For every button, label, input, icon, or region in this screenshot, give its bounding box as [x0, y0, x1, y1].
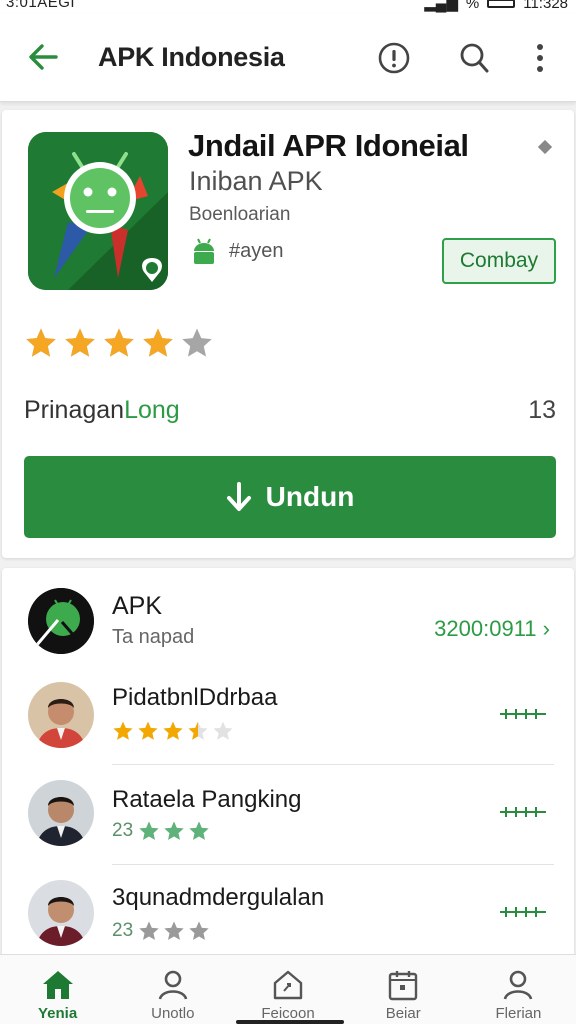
star-filled-icon [163, 721, 183, 740]
review-row-0[interactable]: PidatbnlDdrbaa [2, 682, 574, 782]
info-label-prefix: Prinagan [24, 396, 125, 424]
bottom-nav: Yenia Unotlo Feicoon Beiar Flerian [0, 954, 576, 1024]
avatar [28, 682, 94, 748]
android-icon [194, 238, 214, 264]
app-subtitle: Iniban APK [189, 166, 323, 196]
person-avatar-icon [28, 880, 94, 946]
review-row-1[interactable]: Rataela Pangking 23 [2, 780, 574, 880]
nav-item-calendar[interactable]: Beiar [346, 955, 461, 1024]
helpful-dots-icon[interactable] [500, 906, 546, 918]
tag-icon[interactable] [538, 140, 552, 154]
star-filled-icon [164, 821, 184, 840]
star-filled-icon [113, 721, 133, 740]
search-icon [460, 43, 489, 73]
star-filled-icon [164, 921, 184, 940]
row-divider [112, 864, 554, 865]
star-filled-icon [189, 921, 209, 940]
account-icon [500, 967, 536, 1003]
avatar [28, 780, 94, 846]
info-label-highlight[interactable]: Long [124, 396, 180, 424]
chevron-right-icon: › [542, 616, 550, 641]
helpful-dots-icon[interactable] [500, 806, 546, 818]
person-avatar-icon [28, 682, 94, 748]
reviewer-name: PidatbnlDdrbaa [112, 684, 278, 711]
review-stars [112, 720, 234, 742]
person-icon [155, 967, 191, 1003]
battery-percent: % [465, 0, 480, 12]
battery-icon [487, 0, 516, 8]
nav-item-feed[interactable]: Feicoon [230, 955, 345, 1024]
download-label: Undun [265, 481, 355, 512]
list-item-apk[interactable]: APK Ta napad 3200:0911 › [2, 588, 574, 658]
list-item-meta-text: 3200:0911 [434, 616, 537, 641]
avatar [28, 588, 94, 654]
avatar [28, 880, 94, 946]
helpful-dots-icon[interactable] [500, 708, 546, 720]
list-item-meta[interactable]: 3200:0911 › [434, 616, 550, 642]
row-divider [112, 764, 554, 765]
status-bar: 3:01AEGI ▂▄▆ % 11:328 [0, 0, 576, 14]
star-filled-icon [139, 921, 159, 940]
star-filled-icon [65, 328, 95, 357]
arrow-left-icon [29, 44, 58, 70]
star-filled-icon [104, 328, 134, 357]
rating-stars [24, 326, 214, 360]
info-icon [378, 42, 410, 74]
app-bar: APK Indonesia [0, 14, 576, 102]
search-button[interactable] [452, 36, 496, 80]
calendar-icon [385, 967, 421, 1003]
app-name: Jndail APR Idoneial [188, 128, 469, 163]
back-button[interactable] [22, 36, 64, 78]
page-title: APK Indonesia [98, 42, 285, 72]
android-info-row: #ayen [189, 236, 284, 266]
star-filled-icon [138, 721, 158, 740]
list-item-subtitle: Ta napad [112, 626, 195, 648]
download-button[interactable]: Undun [24, 456, 556, 538]
developer-name[interactable]: Boenloarian [189, 204, 290, 226]
star-empty-icon [182, 328, 212, 357]
reviewer-name: 3qunadmdergulalan [112, 884, 325, 911]
review-stars: 23 [112, 920, 210, 942]
nav-item-profile[interactable]: Unotlo [115, 955, 230, 1024]
home-indicator [236, 1020, 344, 1024]
star-filled-icon [189, 821, 209, 840]
status-time-right: 11:328 [523, 0, 568, 12]
home-icon [40, 967, 76, 1003]
signal-icon: ▂▄▆ [424, 0, 458, 12]
compatibility-button[interactable]: Combay [442, 238, 556, 284]
info-count: 13 [528, 396, 556, 424]
list-item-title: APK [112, 592, 163, 620]
app-icon[interactable] [28, 132, 168, 290]
nav-label: Yenia [38, 1005, 78, 1022]
nav-label: Unotlo [151, 1005, 195, 1022]
star-empty-icon [213, 721, 233, 740]
review-count-prefix: 23 [112, 920, 134, 941]
star-filled-icon [188, 721, 208, 740]
nav-label: Beiar [385, 1005, 421, 1022]
status-time-left: 3:01AEGI [6, 0, 76, 11]
android-avatar-icon [28, 588, 94, 654]
nav-label: Flerian [495, 1005, 542, 1022]
android-app-icon [28, 132, 168, 290]
android-label: #ayen [229, 239, 284, 262]
info-button[interactable] [372, 36, 416, 80]
more-button[interactable] [518, 36, 562, 80]
star-filled-icon [26, 328, 56, 357]
nav-item-account[interactable]: Flerian [461, 955, 576, 1024]
star-filled-icon [143, 328, 173, 357]
reviewer-name: Rataela Pangking [112, 786, 302, 813]
status-icons: ▂▄▆ % 11:328 [424, 0, 568, 12]
home-outline-icon [270, 967, 306, 1003]
download-arrow-icon [226, 482, 251, 511]
info-label-row: PrinaganLong 13 [24, 396, 556, 425]
person-avatar-icon [28, 780, 94, 846]
star-filled-icon [139, 821, 159, 840]
nav-item-home[interactable]: Yenia [0, 955, 115, 1024]
more-vert-icon [537, 44, 543, 72]
review-count-prefix: 23 [112, 820, 134, 841]
app-detail-card: Jndail APR Idoneial Iniban APK Boenloari… [2, 110, 574, 558]
review-stars: 23 [112, 820, 210, 842]
